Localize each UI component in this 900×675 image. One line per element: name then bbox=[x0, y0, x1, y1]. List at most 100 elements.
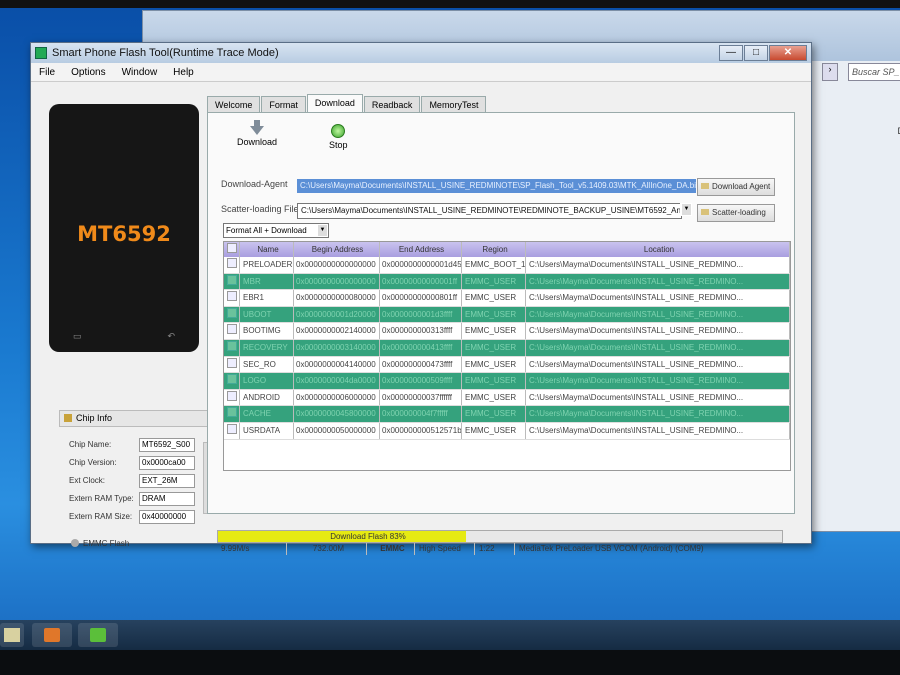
row-checkbox[interactable] bbox=[224, 290, 240, 306]
begin-address: 0x0000000004140000 bbox=[294, 356, 380, 373]
end-address: 0x00000000000001ff bbox=[380, 273, 462, 290]
begin-address: 0x0000000001d20000 bbox=[294, 306, 380, 323]
partition-name: PRELOADER bbox=[240, 257, 294, 273]
partition-name: CACHE bbox=[240, 406, 294, 422]
chip-name-value: MT6592_S00 bbox=[139, 438, 195, 452]
progress-text: Download Flash 83% bbox=[330, 532, 406, 541]
flash-tool-icon bbox=[90, 628, 106, 642]
chip-info-header[interactable]: Chip Info bbox=[59, 410, 221, 427]
column-header[interactable]: Location bbox=[526, 242, 790, 257]
region: EMMC_USER bbox=[462, 273, 526, 290]
row-checkbox[interactable] bbox=[224, 356, 240, 373]
chip-version-value: 0x0000ca00 bbox=[139, 456, 195, 470]
table-row[interactable]: LOGO 0x0000000004da0000 0x000000000509ffff… bbox=[224, 373, 790, 390]
tab-welcome[interactable]: Welcome bbox=[207, 96, 261, 113]
table-row[interactable]: PRELOADER 0x0000000000000000 0x00000000000… bbox=[224, 257, 790, 274]
scatter-dropdown[interactable]: ▼ bbox=[680, 203, 692, 216]
column-header[interactable]: End Address bbox=[380, 242, 462, 257]
stop-button[interactable]: Stop bbox=[329, 124, 348, 150]
scatter-file-label: Scatter-loading File bbox=[221, 204, 299, 214]
table-row[interactable]: RECOVERY 0x0000000003140000 0x000000000413… bbox=[224, 339, 790, 357]
location: C:\Users\Mayma\Documents\INSTALL_USINE_R… bbox=[526, 339, 790, 356]
scatter-file-path[interactable]: C:\Users\Mayma\Documents\INSTALL_USINE_R… bbox=[297, 203, 682, 219]
taskbar-media-player[interactable] bbox=[32, 623, 72, 647]
region: EMMC_USER bbox=[462, 373, 526, 389]
chip-field-label: Extern RAM Size: bbox=[69, 512, 133, 521]
partition-name: BOOTIMG bbox=[240, 323, 294, 339]
end-address: 0x000000004f7fffff bbox=[380, 406, 462, 422]
begin-address: 0x0000000004da0000 bbox=[294, 373, 380, 389]
column-header[interactable]: Region bbox=[462, 242, 526, 257]
download-agent-path[interactable]: C:\Users\Mayma\Documents\INSTALL_USINE_R… bbox=[297, 179, 696, 193]
menu-help[interactable]: Help bbox=[165, 67, 202, 78]
ram-size-value: 0x40000000 bbox=[139, 510, 195, 524]
tab-download[interactable]: Download bbox=[306, 94, 363, 113]
download-agent-button[interactable]: Download Agent bbox=[697, 178, 775, 196]
region: EMMC_USER bbox=[462, 422, 526, 439]
menu-file[interactable]: File bbox=[31, 67, 63, 78]
begin-address: 0x0000000003140000 bbox=[294, 339, 380, 356]
row-checkbox[interactable] bbox=[224, 323, 240, 339]
stop-button-label: Stop bbox=[329, 140, 348, 150]
menu-window[interactable]: Window bbox=[114, 67, 166, 78]
tab-format[interactable]: Format bbox=[261, 96, 306, 113]
table-row[interactable]: EBR1 0x0000000000080000 0x00000000000801ff… bbox=[224, 290, 790, 307]
chip-field-label: Chip Version: bbox=[69, 458, 117, 467]
chevron-down-icon: ▼ bbox=[318, 225, 327, 236]
location: C:\Users\Mayma\Documents\INSTALL_USINE_R… bbox=[526, 406, 790, 422]
minimize-button[interactable]: — bbox=[719, 45, 743, 61]
screen-bezel-bottom bbox=[0, 650, 900, 675]
table-row[interactable]: MBR 0x0000000000000000 0x00000000000001ff E… bbox=[224, 273, 790, 291]
scatter-loading-button-label: Scatter-loading bbox=[712, 208, 766, 217]
tab-bar: Welcome Format Download Readback MemoryT… bbox=[207, 94, 487, 113]
row-checkbox[interactable] bbox=[224, 373, 240, 389]
tab-memorytest[interactable]: MemoryTest bbox=[421, 96, 487, 113]
download-button[interactable]: Download bbox=[237, 120, 277, 147]
location: C:\Users\Mayma\Documents\INSTALL_USINE_R… bbox=[526, 257, 790, 273]
folder-icon bbox=[701, 209, 709, 215]
maximize-button[interactable]: □ bbox=[744, 45, 768, 61]
row-checkbox[interactable] bbox=[224, 273, 240, 290]
table-row[interactable]: BOOTIMG 0x0000000002140000 0x000000000313f… bbox=[224, 323, 790, 340]
download-button-label: Download bbox=[237, 137, 278, 147]
close-button[interactable]: ✕ bbox=[769, 45, 807, 61]
row-checkbox[interactable] bbox=[224, 389, 240, 406]
partition-name: ANDROID bbox=[240, 389, 294, 406]
background-search-input[interactable]: Buscar SP_ bbox=[848, 63, 900, 81]
row-checkbox[interactable] bbox=[224, 306, 240, 323]
table-row[interactable]: ANDROID 0x0000000006000000 0x00000000037ff… bbox=[224, 389, 790, 407]
menu-bar: File Options Window Help bbox=[31, 63, 811, 82]
row-checkbox[interactable] bbox=[224, 257, 240, 273]
row-checkbox[interactable] bbox=[224, 339, 240, 356]
status-port: MediaTek PreLoader USB VCOM (Android) (C… bbox=[519, 544, 704, 553]
scatter-loading-button[interactable]: Scatter-loading bbox=[697, 204, 775, 222]
forward-icon[interactable]: › bbox=[822, 63, 838, 81]
start-button[interactable] bbox=[0, 623, 24, 647]
status-time: 1:22 bbox=[475, 543, 515, 555]
select-all-checkbox[interactable] bbox=[224, 242, 240, 257]
taskbar-flash-tool[interactable] bbox=[78, 623, 118, 647]
row-checkbox[interactable] bbox=[224, 422, 240, 439]
partition-name: MBR bbox=[240, 273, 294, 290]
menu-options[interactable]: Options bbox=[63, 67, 113, 78]
partition-name: LOGO bbox=[240, 373, 294, 389]
chip-info-icon bbox=[64, 414, 72, 422]
table-header: Name Begin Address End Address Region Lo… bbox=[224, 242, 790, 257]
end-address: 0x000000000473ffff bbox=[380, 356, 462, 373]
end-address: 0x000000000413ffff bbox=[380, 339, 462, 356]
table-row[interactable]: USRDATA 0x0000000050000000 0x0000000005125… bbox=[224, 422, 790, 440]
emmc-flash-item[interactable]: EMMC Flash bbox=[71, 539, 129, 548]
folder-icon bbox=[701, 183, 709, 189]
table-row[interactable]: CACHE 0x0000000045800000 0x000000004f7ffff… bbox=[224, 406, 790, 423]
app-icon bbox=[35, 47, 47, 59]
tab-readback[interactable]: Readback bbox=[363, 96, 421, 113]
column-header[interactable]: Name bbox=[240, 242, 294, 257]
row-checkbox[interactable] bbox=[224, 406, 240, 422]
column-header[interactable]: Begin Address bbox=[294, 242, 380, 257]
begin-address: 0x0000000000000000 bbox=[294, 257, 380, 273]
window-client: MT6592 ▭ ↶ Chip Info Chip Name: MT6592_S… bbox=[31, 82, 811, 555]
region: EMMC_USER bbox=[462, 290, 526, 306]
table-row[interactable]: UBOOT 0x0000000001d20000 0x0000000001d3fff… bbox=[224, 306, 790, 324]
mode-select[interactable]: Format All + Download ▼ bbox=[223, 223, 329, 238]
table-row[interactable]: SEC_RO 0x0000000004140000 0x000000000473ff… bbox=[224, 356, 790, 374]
